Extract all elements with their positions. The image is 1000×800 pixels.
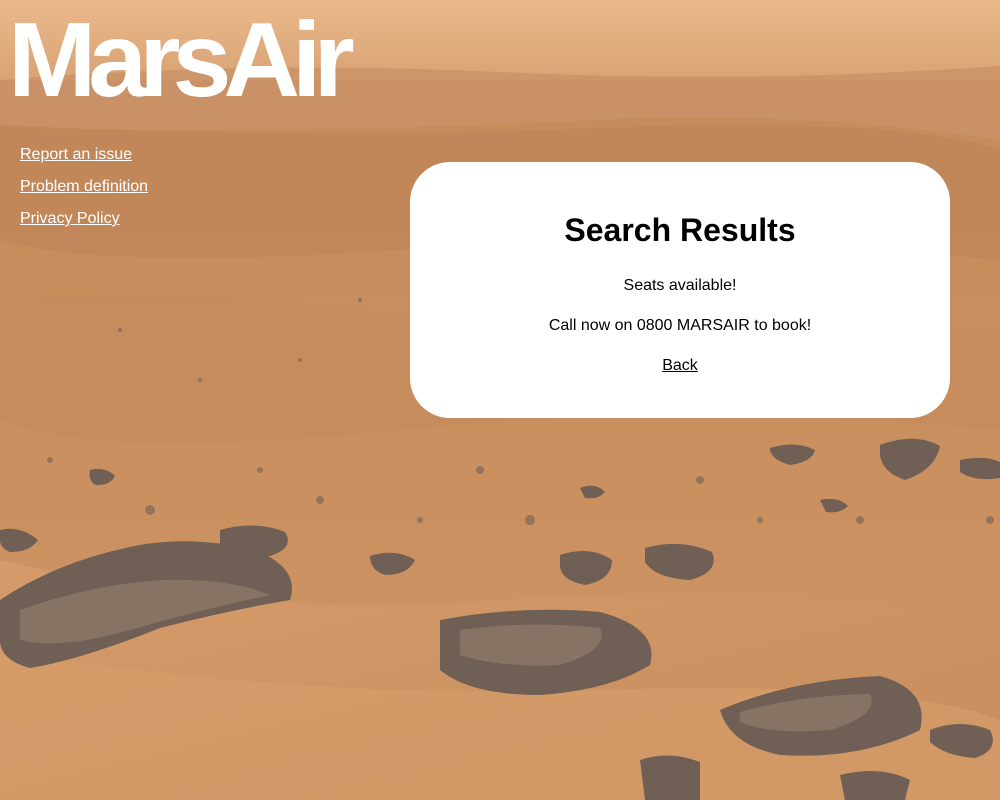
- back-link[interactable]: Back: [662, 357, 698, 374]
- report-issue-link[interactable]: Report an issue: [20, 144, 148, 166]
- privacy-policy-link[interactable]: Privacy Policy: [20, 208, 148, 230]
- seats-available-message: Seats available!: [623, 277, 737, 294]
- search-results-card: Search Results Seats available! Call now…: [410, 162, 950, 418]
- side-nav: Report an issue Problem definition Priva…: [20, 144, 148, 240]
- marsair-logo[interactable]: MarsAir: [8, 0, 355, 120]
- search-results-heading: Search Results: [564, 212, 796, 248]
- booking-call-to-action: Call now on 0800 MARSAIR to book!: [548, 317, 812, 334]
- back-link-wrapper: Back: [410, 356, 950, 376]
- problem-definition-link[interactable]: Problem definition: [20, 176, 148, 198]
